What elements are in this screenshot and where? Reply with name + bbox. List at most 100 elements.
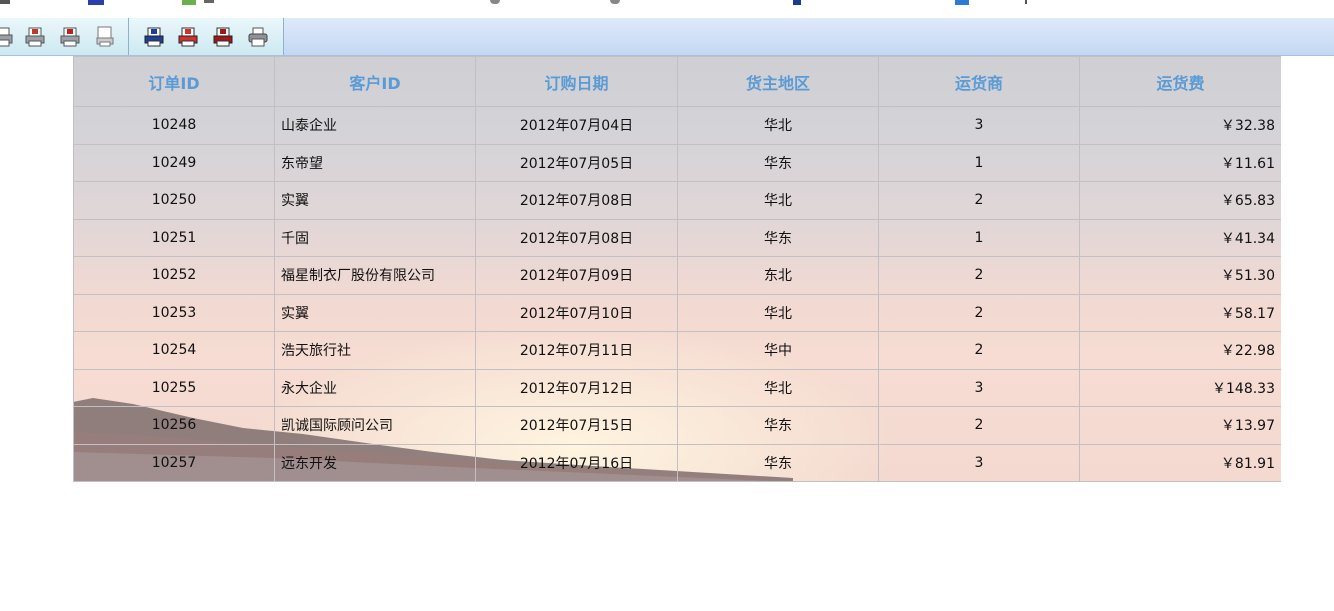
export-word-icon [178, 27, 198, 47]
export-pdf-button-3[interactable] [212, 26, 234, 48]
cut-off-icon [793, 0, 801, 5]
cell-shipper: 2 [878, 181, 1080, 220]
cut-off-icon [955, 0, 969, 5]
cell-order-date: 2012年07月15日 [475, 406, 678, 445]
cell-order-date: 2012年07月11日 [475, 331, 678, 370]
table-row: 10255 永大企业 2012年07月12日 华北 3 ￥148.33 [73, 368, 1281, 407]
cell-order-date: 2012年07月10日 [475, 293, 678, 332]
cut-off-glyph [204, 0, 214, 3]
cell-order-id: 10255 [73, 368, 275, 407]
cell-order-date: 2012年07月12日 [475, 368, 678, 407]
cut-off-icon [182, 0, 196, 5]
export-pdf-button-2[interactable] [59, 26, 81, 48]
cell-shipper: 1 [878, 143, 1080, 182]
table-row: 10253 实翼 2012年07月10日 华北 2 ￥58.17 [73, 293, 1281, 332]
cell-shipper: 3 [878, 368, 1080, 407]
toolbar-group-export [129, 18, 284, 55]
cell-customer: 凯诚国际顾问公司 [274, 406, 476, 445]
cell-region: 华北 [677, 106, 879, 145]
cell-shipper: 2 [878, 406, 1080, 445]
table-row: 10254 浩天旅行社 2012年07月11日 华中 2 ￥22.98 [73, 331, 1281, 370]
print-button[interactable] [0, 26, 14, 48]
cell-order-id: 10253 [73, 293, 275, 332]
cell-order-date: 2012年07月16日 [475, 443, 678, 482]
export-pdf-icon [213, 27, 233, 47]
cell-region: 东北 [677, 256, 879, 295]
cell-freight: ￥65.83 [1079, 181, 1281, 220]
table-row: 10251 千固 2012年07月08日 华东 1 ￥41.34 [73, 218, 1281, 257]
cell-order-id: 10251 [73, 218, 275, 257]
cell-customer: 山泰企业 [274, 106, 476, 145]
cell-customer: 东帝望 [274, 143, 476, 182]
cell-freight: ￥41.34 [1079, 218, 1281, 257]
cut-off-glyph [490, 0, 500, 4]
export-pdf-icon [60, 27, 80, 47]
export-pdf-button[interactable] [24, 26, 46, 48]
cell-order-date: 2012年07月08日 [475, 218, 678, 257]
export-excel-icon [144, 27, 164, 47]
table-row: 10248 山泰企业 2012年07月04日 华北 3 ￥32.38 [73, 106, 1281, 145]
cell-customer: 远东开发 [274, 443, 476, 482]
cut-off-glyph [1025, 0, 1027, 4]
export-excel-button[interactable] [143, 26, 165, 48]
cell-customer: 浩天旅行社 [274, 331, 476, 370]
print-icon [0, 27, 13, 47]
cell-region: 华东 [677, 143, 879, 182]
cell-freight: ￥58.17 [1079, 293, 1281, 332]
column-header-shipper[interactable]: 运货商 [878, 56, 1080, 107]
cell-region: 华北 [677, 293, 879, 332]
cell-order-date: 2012年07月05日 [475, 143, 678, 182]
cell-customer: 福星制衣厂股份有限公司 [274, 256, 476, 295]
cell-customer: 实翼 [274, 293, 476, 332]
cell-freight: ￥13.97 [1079, 406, 1281, 445]
table-row: 10256 凯诚国际顾问公司 2012年07月15日 华东 2 ￥13.97 [73, 406, 1281, 445]
print-preview-button[interactable] [94, 26, 116, 48]
cell-shipper: 3 [878, 443, 1080, 482]
export-pdf-icon [25, 27, 45, 47]
cell-shipper: 2 [878, 256, 1080, 295]
print-preview-icon [96, 26, 114, 47]
table-body: 10248 山泰企业 2012年07月04日 华北 3 ￥32.38 10249… [73, 106, 1281, 482]
column-header-order-id[interactable]: 订单ID [73, 56, 275, 107]
cut-off-icon [88, 0, 104, 5]
cell-freight: ￥22.98 [1079, 331, 1281, 370]
cell-order-id: 10248 [73, 106, 275, 145]
cell-freight: ￥81.91 [1079, 443, 1281, 482]
cell-customer: 永大企业 [274, 368, 476, 407]
printer-button[interactable] [247, 26, 269, 48]
column-header-order-date[interactable]: 订购日期 [475, 56, 678, 107]
cell-order-id: 10254 [73, 331, 275, 370]
cell-order-date: 2012年07月04日 [475, 106, 678, 145]
table-row: 10257 远东开发 2012年07月16日 华东 3 ￥81.91 [73, 443, 1281, 482]
column-header-customer-id[interactable]: 客户ID [274, 56, 476, 107]
orders-table: 订单ID 客户ID 订购日期 货主地区 运货商 运货费 10248 山泰企业 2… [73, 56, 1281, 482]
cell-order-date: 2012年07月08日 [475, 181, 678, 220]
cell-customer: 实翼 [274, 181, 476, 220]
cell-region: 华北 [677, 181, 879, 220]
printer-icon [248, 27, 268, 47]
cell-region: 华中 [677, 331, 879, 370]
cell-customer: 千固 [274, 218, 476, 257]
cell-shipper: 3 [878, 106, 1080, 145]
cell-freight: ￥148.33 [1079, 368, 1281, 407]
table-header-row: 订单ID 客户ID 订购日期 货主地区 运货商 运货费 [73, 56, 1281, 107]
column-header-ship-region[interactable]: 货主地区 [677, 56, 879, 107]
table-row: 10252 福星制衣厂股份有限公司 2012年07月09日 东北 2 ￥51.3… [73, 256, 1281, 295]
export-word-button[interactable] [177, 26, 199, 48]
cell-region: 华东 [677, 443, 879, 482]
cell-order-id: 10252 [73, 256, 275, 295]
cell-order-date: 2012年07月09日 [475, 256, 678, 295]
report-toolbar [0, 18, 1334, 56]
cell-order-id: 10256 [73, 406, 275, 445]
cell-order-id: 10250 [73, 181, 275, 220]
browser-strip [0, 0, 1334, 19]
cell-shipper: 2 [878, 331, 1080, 370]
cell-freight: ￥51.30 [1079, 256, 1281, 295]
cell-region: 华东 [677, 218, 879, 257]
cell-freight: ￥32.38 [1079, 106, 1281, 145]
column-header-freight[interactable]: 运货费 [1079, 56, 1281, 107]
cell-shipper: 2 [878, 293, 1080, 332]
report-area: 订单ID 客户ID 订购日期 货主地区 运货商 运货费 10248 山泰企业 2… [73, 56, 1281, 482]
cell-region: 华北 [677, 368, 879, 407]
table-row: 10249 东帝望 2012年07月05日 华东 1 ￥11.61 [73, 143, 1281, 182]
